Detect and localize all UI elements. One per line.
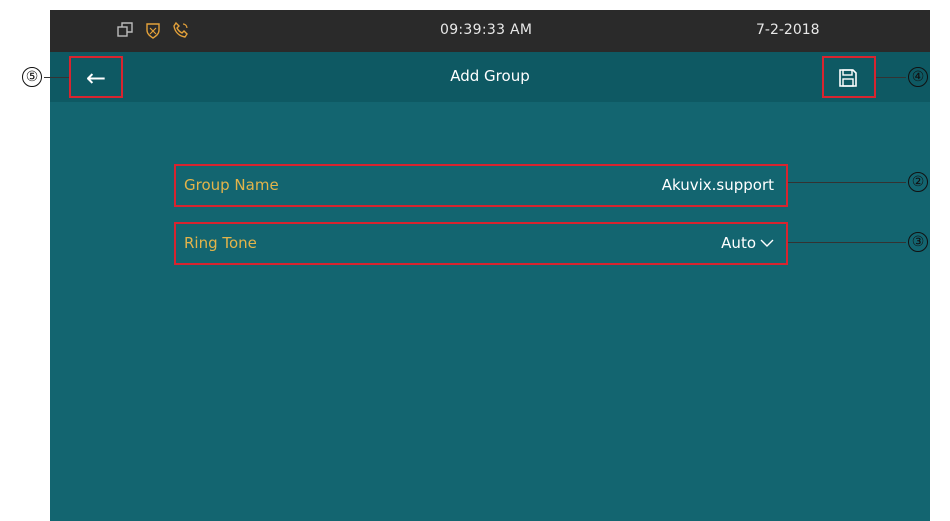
callout-line-3 [788,242,906,243]
group-name-label: Group Name [184,176,279,194]
title-bar: ← Add Group [50,52,930,102]
window-icon [116,21,134,39]
callout-number-2: ② [908,172,928,192]
ring-tone-value: Auto [721,234,756,252]
save-floppy-icon [839,69,857,87]
ring-tone-value-wrap: Auto [721,234,774,252]
callout-line-4 [876,77,906,78]
callout-number-3: ③ [908,232,928,252]
group-name-field[interactable]: Group Name Akuvix.support [174,164,786,206]
status-icons [116,21,190,39]
status-time: 09:39:33 AM [440,22,533,38]
page-title: Add Group [450,67,530,85]
chevron-down-icon [760,239,774,247]
callout-number-5: ⑤ [22,67,42,87]
ring-tone-label: Ring Tone [184,234,257,252]
callout-line-5 [44,77,69,78]
device-screen: 09:39:33 AM 7-2-2018 ← Add Group Group N… [50,10,930,521]
save-button[interactable] [822,58,874,98]
shield-icon [144,21,162,39]
callout-line-2 [788,182,906,183]
status-bar: 09:39:33 AM 7-2-2018 [50,10,930,52]
group-name-value: Akuvix.support [661,176,774,194]
phone-icon [172,21,190,39]
ring-tone-select[interactable]: Ring Tone Auto [174,222,786,264]
status-date: 7-2-2018 [756,22,820,38]
callout-number-4: ④ [908,67,928,87]
